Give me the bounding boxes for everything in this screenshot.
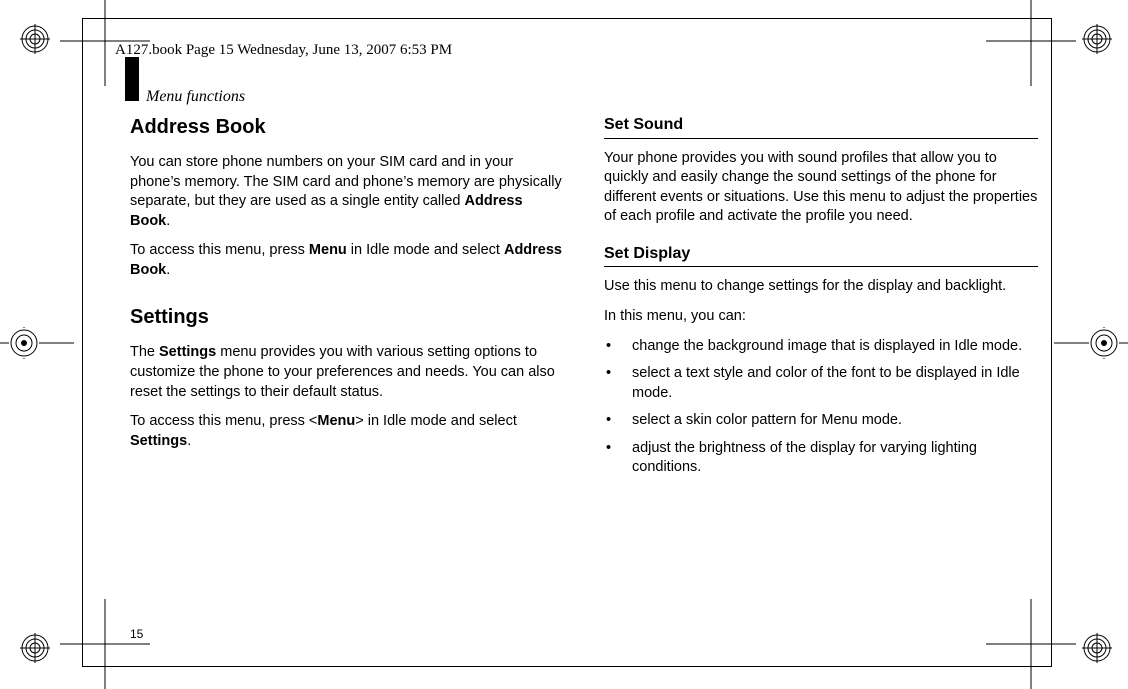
list-item: change the background image that is disp… <box>604 337 1038 357</box>
body-text: You can store phone numbers on your SIM … <box>130 153 564 231</box>
heading-set-display: Set Display <box>604 243 1038 268</box>
heading-address-book: Address Book <box>130 114 564 141</box>
list-item: adjust the brightness of the display for… <box>604 439 1038 478</box>
body-text: In this menu, you can: <box>604 307 1038 327</box>
body-text: The Settings menu provides you with vari… <box>130 343 564 402</box>
body-text: Your phone provides you with sound profi… <box>604 149 1038 227</box>
body-text: To access this menu, press Menu in Idle … <box>130 241 564 280</box>
list-item: select a skin color pattern for Menu mod… <box>604 411 1038 431</box>
registration-mark-icon <box>1082 24 1112 54</box>
page-number: 15 <box>130 627 143 641</box>
registration-mark-icon <box>20 24 50 54</box>
document-header: A127.book Page 15 Wednesday, June 13, 20… <box>115 42 452 59</box>
section-label: Menu functions <box>146 88 245 106</box>
heading-set-sound: Set Sound <box>604 114 1038 139</box>
bullet-list: change the background image that is disp… <box>604 337 1038 478</box>
side-registration-left-icon <box>0 319 74 367</box>
left-column: Address Book You can store phone numbers… <box>130 112 564 486</box>
list-item: select a text style and color of the fon… <box>604 364 1038 403</box>
body-text: Use this menu to change settings for the… <box>604 277 1038 297</box>
heading-settings: Settings <box>130 304 564 331</box>
right-column: Set Sound Your phone provides you with s… <box>604 112 1038 486</box>
page-content: Address Book You can store phone numbers… <box>130 112 1038 486</box>
side-registration-right-icon <box>1054 319 1128 367</box>
body-text: To access this menu, press <Menu> in Idl… <box>130 412 564 451</box>
registration-mark-icon <box>1082 633 1112 663</box>
section-tab-icon <box>125 57 139 101</box>
registration-mark-icon <box>20 633 50 663</box>
